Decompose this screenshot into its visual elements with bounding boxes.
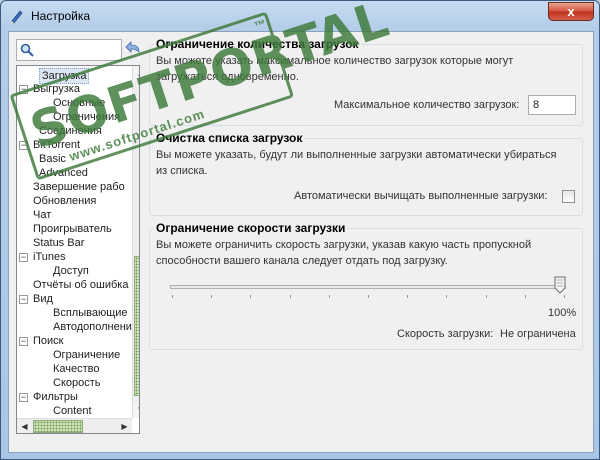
collapse-toggle-icon[interactable]: − [19, 337, 28, 346]
tree-vertical-scrollbar[interactable]: ▲ ▼ [132, 66, 139, 418]
tree-item-label: Отчёты об ошибка [33, 279, 129, 291]
collapse-toggle-icon[interactable]: − [19, 393, 28, 402]
collapse-toggle-icon[interactable]: − [19, 85, 28, 94]
tree-item-label: Content [53, 405, 92, 417]
cleanup-group: Очистка списка загрузок Вы можете указат… [149, 131, 583, 216]
tree-item-label: Basic [39, 153, 66, 165]
window-frame: Настройка x Загрузка − Выгрузка Основные Огр… [0, 0, 600, 460]
collapse-toggle-icon[interactable]: − [19, 141, 28, 150]
tree-item-label: Соединения [39, 125, 102, 137]
tree-item-label: Status Bar [33, 237, 85, 249]
close-button[interactable]: x [548, 2, 594, 21]
speed-label: Скорость загрузки: [397, 328, 494, 340]
tree-item-label: Скорость [53, 377, 101, 389]
slider-tick [407, 295, 409, 298]
speed-slider-thumb[interactable] [554, 276, 566, 294]
auto-cleanup-label: Автоматически вычищать выполненные загру… [294, 190, 548, 202]
max-downloads-label: Максимальное количество загрузок: [334, 99, 520, 111]
tree-item-label: Advanced [39, 167, 88, 179]
max-downloads-input[interactable]: 8 [528, 95, 576, 115]
speed-slider-track[interactable] [170, 285, 566, 289]
slider-tick [328, 295, 330, 298]
search-input[interactable] [16, 39, 122, 61]
slider-tick [368, 295, 369, 298]
tree-item-label: Качество [53, 363, 100, 375]
back-arrow-icon[interactable] [125, 40, 143, 58]
title-bar[interactable]: Настройка x [1, 1, 600, 31]
tree-item-label: Доступ [53, 265, 89, 277]
cleanup-desc-1: Вы можете указать, будут ли выполненные … [156, 149, 557, 161]
tree-item-label: Поиск [33, 335, 64, 347]
tree-horizontal-scrollbar[interactable]: ◀ ▶ [17, 418, 132, 433]
download-limit-desc-2: загружаться одновременно. [156, 71, 299, 83]
auto-cleanup-checkbox[interactable] [562, 190, 575, 203]
tree-item-label: Чат [33, 209, 52, 221]
speed-limit-desc-2: способности вашего канала следует отдать… [156, 255, 448, 267]
slider-tick [250, 295, 252, 298]
search-icon [20, 43, 34, 57]
speed-percent-label: 100% [548, 307, 577, 319]
tree-item-label: Обновления [33, 195, 97, 207]
slider-tick [524, 295, 526, 298]
download-limit-title: Ограничение количества загрузок [154, 37, 361, 51]
tree-item-label: Проигрыватель [33, 223, 112, 235]
cleanup-title: Очистка списка загрузок [154, 131, 305, 145]
tree-item-label: Основные [53, 97, 106, 109]
download-limit-group: Ограничение количества загрузок Вы может… [149, 37, 583, 126]
scroll-thumb[interactable] [134, 256, 139, 396]
tree-item-label: Вид [33, 293, 53, 305]
tree-item-label: Автодополнени [53, 321, 132, 333]
pen-icon [11, 10, 23, 24]
settings-client-area: Загрузка − Выгрузка Основные Ограничения Соед… [8, 0, 594, 453]
tree-item-label: Ограничение [53, 349, 121, 361]
speed-limit-title: Ограничение скорости загрузки [154, 221, 348, 235]
slider-tick [172, 295, 173, 298]
collapse-toggle-icon[interactable]: − [19, 253, 28, 262]
scroll-left-arrow-icon[interactable]: ◀ [17, 419, 32, 433]
scroll-down-arrow-icon[interactable]: ▼ [133, 402, 139, 418]
tree-item-label: Выгрузка [33, 83, 80, 95]
slider-tick [211, 295, 213, 298]
tree-item-label: Ограничения [53, 111, 121, 123]
speed-limit-group: Ограничение скорости загрузки Вы можете … [149, 221, 583, 350]
slider-tick [485, 295, 487, 298]
scroll-up-arrow-icon[interactable]: ▲ [133, 66, 139, 82]
slider-tick [289, 295, 291, 298]
slider-tick [564, 295, 565, 298]
tree-item-label: iTunes [33, 251, 66, 263]
tree-item-label: Завершение рабо [33, 181, 125, 193]
hscroll-thumb[interactable] [33, 420, 83, 433]
tree-item-label: Всплывающие [53, 307, 128, 319]
window-title: Настройка [31, 9, 91, 23]
cleanup-desc-2: из списка. [156, 165, 208, 177]
collapse-toggle-icon[interactable]: − [19, 295, 28, 304]
scroll-right-arrow-icon[interactable]: ▶ [117, 419, 132, 433]
speed-value: Не ограничена [500, 328, 576, 340]
download-limit-desc-1: Вы можете указать максимальное количеств… [156, 55, 514, 67]
tree-item-label: Фильтры [33, 391, 78, 403]
settings-tree[interactable]: Загрузка − Выгрузка Основные Ограничения Соед… [16, 65, 140, 434]
tree-item-label: BitTorrent [33, 139, 81, 151]
speed-limit-desc-1: Вы можете ограничить скорость загрузки, … [156, 239, 532, 251]
slider-tick [446, 295, 448, 298]
